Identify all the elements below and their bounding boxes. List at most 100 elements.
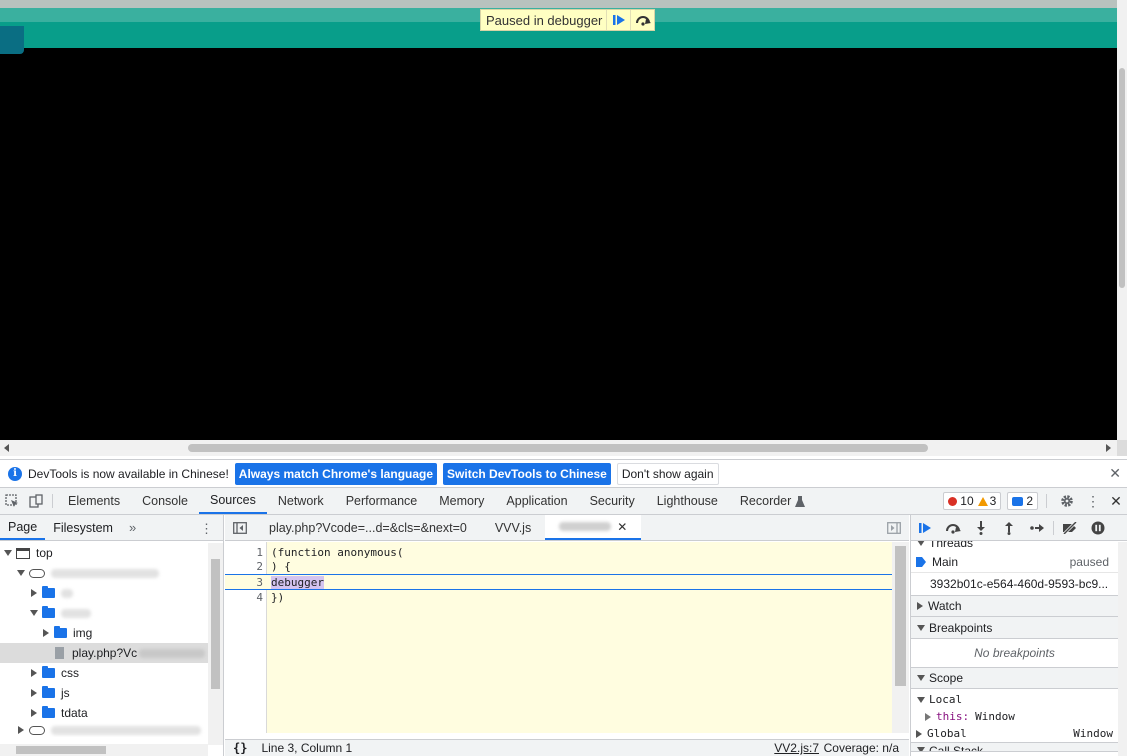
tab-console[interactable]: Console	[131, 488, 199, 514]
section-title-call-stack: Call Stack	[929, 744, 984, 752]
tab-security[interactable]: Security	[579, 488, 646, 514]
watch-section-header[interactable]: Watch	[911, 595, 1127, 617]
threads-section-header[interactable]: Threads	[911, 541, 1127, 551]
issues-counter[interactable]: 10 3	[943, 492, 1002, 510]
settings-button[interactable]	[1053, 494, 1081, 508]
tree-item-folder[interactable]	[0, 583, 208, 603]
scope-local[interactable]: Local	[911, 691, 1127, 708]
more-options-icon[interactable]: ⋮	[1081, 493, 1105, 510]
inspect-element-button[interactable]	[0, 488, 24, 514]
breakpoints-section-header[interactable]: Breakpoints	[911, 617, 1127, 639]
tab-lighthouse[interactable]: Lighthouse	[646, 488, 729, 514]
collapse-arrow-icon	[31, 669, 37, 677]
file-tab-active[interactable]: ✕	[545, 515, 642, 540]
expand-arrow-icon	[17, 570, 25, 576]
tab-memory[interactable]: Memory	[428, 488, 495, 514]
tab-page[interactable]: Page	[0, 515, 46, 540]
editor-vertical-scrollbar[interactable]	[892, 542, 909, 733]
thread-item-main[interactable]: Main paused	[911, 551, 1127, 573]
tree-item-domain[interactable]	[0, 563, 208, 583]
tab-performance[interactable]: Performance	[335, 488, 429, 514]
step-over-button[interactable]	[939, 515, 967, 541]
page-horizontal-scrollbar[interactable]	[0, 440, 1117, 456]
tree-item-label: img	[73, 626, 93, 640]
folder-icon	[42, 606, 55, 618]
cloud-icon	[29, 725, 45, 735]
step-out-button[interactable]	[995, 515, 1023, 541]
line-number: 1	[256, 545, 263, 559]
sidebar-vertical-scrollbar[interactable]	[1118, 542, 1127, 756]
tab-sources[interactable]: Sources	[198, 488, 267, 514]
close-devtools-icon[interactable]: ✕	[1105, 493, 1127, 510]
code-text-debugger: debugger	[271, 575, 324, 589]
tree-item-css[interactable]: css	[0, 663, 208, 683]
redacted-folder	[61, 608, 91, 618]
source-map-link[interactable]: VV2.js:7	[774, 741, 819, 755]
page-viewport: Paused in debugger	[0, 0, 1127, 456]
scope-this-value: Window	[975, 710, 1015, 723]
tree-item-js[interactable]: js	[0, 683, 208, 703]
navigator-vertical-scrollbar[interactable]	[208, 543, 223, 745]
resume-button[interactable]	[911, 515, 939, 541]
messages-counter[interactable]: 2	[1007, 492, 1038, 510]
scope-section-header[interactable]: Scope	[911, 667, 1127, 689]
pretty-print-icon[interactable]: {}	[233, 741, 247, 755]
tab-elements[interactable]: Elements	[57, 488, 131, 514]
dont-show-again-button[interactable]: Don't show again	[616, 462, 719, 485]
tab-filesystem[interactable]: Filesystem	[45, 515, 121, 540]
folder-icon	[42, 706, 55, 718]
toggle-navigator-button[interactable]	[225, 515, 255, 540]
close-icon[interactable]: ✕	[1109, 465, 1121, 482]
scope-global[interactable]: Global Window	[911, 725, 1127, 742]
collapse-arrow-icon	[43, 629, 49, 637]
file-tab-vvv-js[interactable]: VVV.js	[481, 515, 545, 540]
navigator-menu-icon[interactable]: ⋮	[200, 521, 213, 537]
code-area[interactable]: 1 (function anonymous( 2 ) { 3 debugger …	[225, 542, 892, 733]
pause-on-exceptions-button[interactable]	[1084, 515, 1112, 541]
section-title-breakpoints: Breakpoints	[929, 620, 993, 635]
tab-application[interactable]: Application	[495, 488, 578, 514]
code-line[interactable]: 4 })	[225, 590, 892, 605]
device-toolbar-button[interactable]	[24, 488, 48, 514]
tree-item-img[interactable]: img	[0, 623, 208, 643]
code-text: (function anonymous(	[271, 545, 404, 559]
step-into-button[interactable]	[967, 515, 995, 541]
thread-item-worker[interactable]: 3932b01c-e564-460d-9593-bc9...	[911, 573, 1118, 595]
page-vertical-scrollbar[interactable]	[1117, 0, 1127, 440]
folder-icon	[42, 666, 55, 678]
tab-network[interactable]: Network	[267, 488, 335, 514]
tree-item-folder[interactable]	[0, 603, 208, 623]
file-icon	[55, 647, 64, 659]
tree-item-top[interactable]: top	[0, 543, 208, 563]
always-match-language-button[interactable]: Always match Chrome's language	[234, 462, 438, 485]
close-tab-icon[interactable]: ✕	[617, 520, 627, 534]
resume-button[interactable]	[606, 10, 630, 30]
thread-id: 3932b01c-e564-460d-9593-bc9...	[930, 577, 1109, 591]
deactivate-breakpoints-button[interactable]	[1056, 515, 1084, 541]
tree-item-domain[interactable]	[0, 723, 208, 737]
code-line[interactable]: 1 (function anonymous(	[225, 545, 892, 560]
section-title-watch: Watch	[928, 599, 962, 613]
page-menu-tab[interactable]	[0, 26, 24, 54]
paused-label: Paused in debugger	[486, 12, 603, 28]
redacted-domain	[51, 568, 159, 578]
step-button[interactable]	[1023, 515, 1051, 541]
step-over-button[interactable]	[630, 10, 654, 30]
collapse-arrow-icon	[31, 589, 37, 597]
navigator-horizontal-scrollbar[interactable]	[0, 744, 208, 756]
tab-recorder[interactable]: Recorder	[729, 488, 816, 514]
toggle-debugger-sidebar-button[interactable]	[887, 522, 901, 537]
current-execution-line[interactable]: 3 debugger	[225, 574, 892, 590]
code-line[interactable]: 2 ) {	[225, 560, 892, 575]
coverage-status: Coverage: n/a	[823, 741, 899, 755]
file-tab-play-php[interactable]: play.php?Vcode=...d=&cls=&next=0	[255, 515, 481, 540]
scope-this[interactable]: this: Window	[911, 708, 1127, 725]
inspect-icon	[5, 494, 18, 507]
tree-item-play-php[interactable]: play.php?Vc	[0, 643, 208, 663]
more-tabs-icon[interactable]: »	[121, 515, 144, 540]
call-stack-section-header[interactable]: Call Stack	[911, 742, 1127, 752]
tree-item-tdata[interactable]: tdata	[0, 703, 208, 723]
code-text: })	[271, 590, 285, 604]
folder-icon	[54, 626, 67, 638]
switch-to-chinese-button[interactable]: Switch DevTools to Chinese	[443, 462, 611, 485]
